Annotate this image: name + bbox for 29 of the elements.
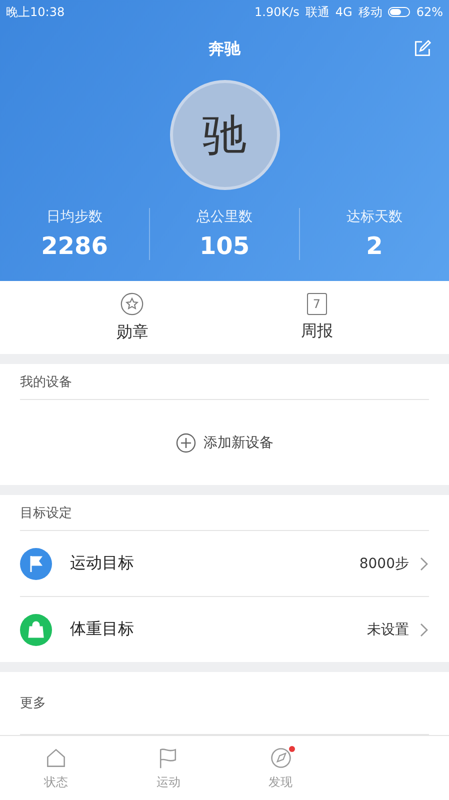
add-device-button[interactable]: 添加新设备 xyxy=(20,400,429,486)
battery-level: 62% xyxy=(416,5,443,19)
shortcut-button[interactable]: 勋章 xyxy=(40,281,224,354)
section-title: 目标设定 xyxy=(20,504,73,523)
network-type: 4G xyxy=(335,5,352,19)
stat-value: 2 xyxy=(366,232,383,260)
stat-value: 105 xyxy=(199,232,250,260)
battery-icon xyxy=(388,7,410,17)
section-title: 我的设备 xyxy=(20,374,73,392)
section-title: 更多 xyxy=(20,695,47,714)
shortcut-button[interactable]: 7 周报 xyxy=(224,281,409,354)
status-time: 晚上10:38 xyxy=(6,4,65,20)
goal-row[interactable]: 体重目标 未设置 xyxy=(20,597,429,662)
stat-value: 2286 xyxy=(41,232,108,260)
avatar[interactable]: 驰 xyxy=(170,80,280,190)
edit-icon[interactable] xyxy=(413,40,431,58)
stat-label: 日均步数 xyxy=(46,208,102,226)
chevron-icon xyxy=(419,556,429,572)
chevron-icon xyxy=(419,622,429,638)
carrier-name: 联通 xyxy=(305,4,330,20)
compass-icon xyxy=(268,746,293,770)
stat-label: 达标天数 xyxy=(346,208,402,226)
carrier-name: 移动 xyxy=(358,4,382,20)
plus-icon xyxy=(176,432,196,453)
calendar-icon: 7 xyxy=(306,293,327,316)
stat-label: 总公里数 xyxy=(196,208,252,226)
network-speed: 1.90K/s xyxy=(254,5,300,19)
page-title: 奔驰 xyxy=(208,38,240,60)
goal-row[interactable]: 运动目标 8000步 xyxy=(20,531,429,596)
